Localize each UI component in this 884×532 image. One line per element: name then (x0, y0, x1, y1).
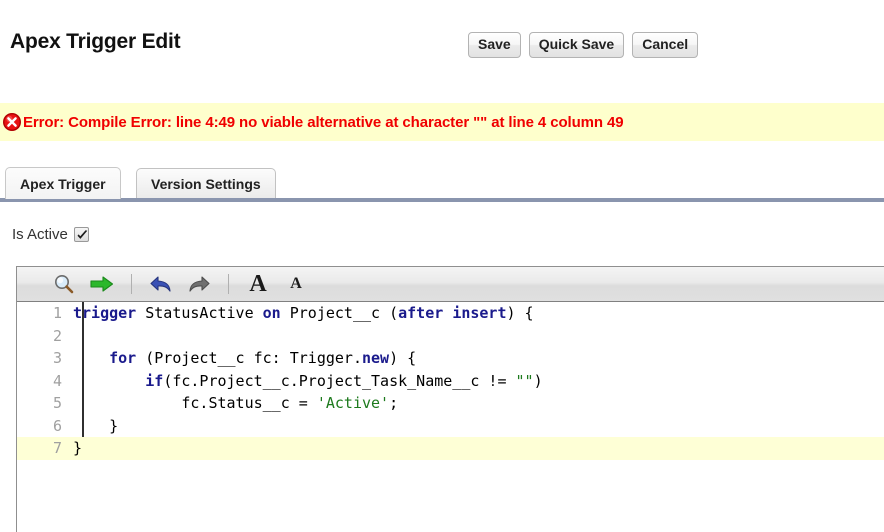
apex-code-editor: A A 1trigger StatusActive on Project__c … (16, 266, 884, 532)
cancel-button[interactable]: Cancel (632, 32, 698, 58)
go-to-line-arrow-icon[interactable] (85, 269, 119, 299)
checkmark-icon (76, 229, 89, 242)
redo-icon[interactable] (182, 269, 216, 299)
tab-version-settings[interactable]: Version Settings (136, 168, 276, 198)
page-header: Apex Trigger Edit Save Quick Save Cancel (0, 0, 884, 92)
code-line[interactable]: 6 } (17, 415, 884, 438)
tab-underline (0, 198, 884, 202)
is-active-label: Is Active (12, 226, 68, 243)
code-line-text: trigger StatusActive on Project__c (afte… (69, 302, 534, 325)
header-button-bar: Save Quick Save Cancel (468, 32, 698, 58)
toolbar-divider (131, 274, 132, 294)
code-line-text: } (69, 415, 118, 438)
increase-font-size-icon[interactable]: A (241, 269, 275, 299)
code-line[interactable]: 5 fc.Status__c = 'Active'; (17, 392, 884, 415)
code-line-text: fc.Status__c = 'Active'; (69, 392, 398, 415)
code-line[interactable]: 3 for (Project__c fc: Trigger.new) { (17, 347, 884, 370)
toolbar-divider (228, 274, 229, 294)
tab-apex-trigger[interactable]: Apex Trigger (5, 167, 121, 199)
save-button[interactable]: Save (468, 32, 521, 58)
line-number: 6 (17, 415, 69, 438)
decrease-font-size-icon[interactable]: A (279, 269, 313, 299)
code-text-area[interactable]: 1trigger StatusActive on Project__c (aft… (17, 302, 884, 532)
code-line-text: if(fc.Project__c.Project_Task_Name__c !=… (69, 370, 543, 393)
editor-toolbar: A A (17, 267, 884, 302)
code-line-text: } (69, 437, 82, 460)
line-number: 5 (17, 392, 69, 415)
error-banner: Error: Compile Error: line 4:49 no viabl… (0, 103, 884, 141)
code-line[interactable]: 1trigger StatusActive on Project__c (aft… (17, 302, 884, 325)
line-number: 1 (17, 302, 69, 325)
line-number: 4 (17, 370, 69, 393)
code-line[interactable]: 4 if(fc.Project__c.Project_Task_Name__c … (17, 370, 884, 393)
undo-icon[interactable] (144, 269, 178, 299)
code-line[interactable]: 7} (17, 437, 884, 460)
tab-bar: Apex Trigger Version Settings (0, 160, 884, 202)
page-title: Apex Trigger Edit (10, 30, 180, 54)
code-line[interactable]: 2 (17, 325, 884, 348)
code-line-text: for (Project__c fc: Trigger.new) { (69, 347, 416, 370)
quick-save-button[interactable]: Quick Save (529, 32, 625, 58)
error-circle-icon (2, 112, 22, 132)
line-number: 7 (17, 437, 69, 460)
is-active-checkbox[interactable] (74, 227, 89, 242)
error-message: Error: Compile Error: line 4:49 no viabl… (23, 114, 624, 131)
is-active-row: Is Active (12, 226, 89, 243)
line-number: 3 (17, 347, 69, 370)
search-icon[interactable] (47, 269, 81, 299)
line-number: 2 (17, 325, 69, 348)
